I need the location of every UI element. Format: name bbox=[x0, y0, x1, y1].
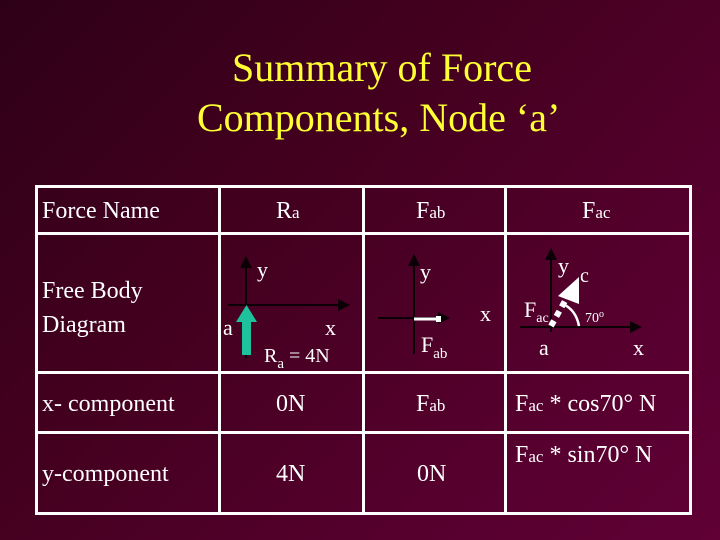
fac-angle-arc bbox=[562, 302, 581, 327]
ra-y-label: y bbox=[257, 257, 268, 282]
fac-node-label: a bbox=[539, 335, 549, 360]
fac-angle-label: 70o bbox=[585, 307, 604, 332]
fac-angle-unit: o bbox=[599, 309, 604, 320]
free-body-diagrams bbox=[228, 248, 642, 358]
ra-force-label: Ra = 4N bbox=[264, 344, 330, 372]
fac-force-sub: ac bbox=[536, 311, 549, 326]
ra-arrow-head bbox=[236, 305, 257, 322]
fac-end-label: c bbox=[580, 265, 589, 287]
ra-force-sub: a bbox=[277, 356, 285, 372]
fac-angle-value: 70 bbox=[585, 311, 599, 326]
fab-force-sub: ab bbox=[433, 346, 448, 362]
fac-force-label: Fac bbox=[524, 297, 549, 327]
ra-force-arrow bbox=[236, 305, 257, 355]
ra-diagram bbox=[228, 256, 350, 358]
ra-node-label: a bbox=[223, 315, 233, 340]
fac-arrow-head bbox=[558, 277, 579, 304]
fab-x-label: x bbox=[480, 301, 491, 326]
ra-force-value: = 4N bbox=[284, 345, 330, 367]
fab-arrow-tip bbox=[436, 316, 441, 322]
fac-y-label: y bbox=[558, 253, 569, 278]
ra-force-main: R bbox=[264, 345, 278, 367]
fac-x-label: x bbox=[633, 335, 644, 360]
ra-arrow-shaft bbox=[242, 320, 251, 355]
fab-y-label: y bbox=[420, 259, 431, 284]
fab-force-label: Fab bbox=[421, 332, 448, 363]
fab-force-main: F bbox=[421, 332, 434, 357]
ra-x-label: x bbox=[325, 315, 336, 340]
fac-force-main: F bbox=[524, 297, 537, 322]
